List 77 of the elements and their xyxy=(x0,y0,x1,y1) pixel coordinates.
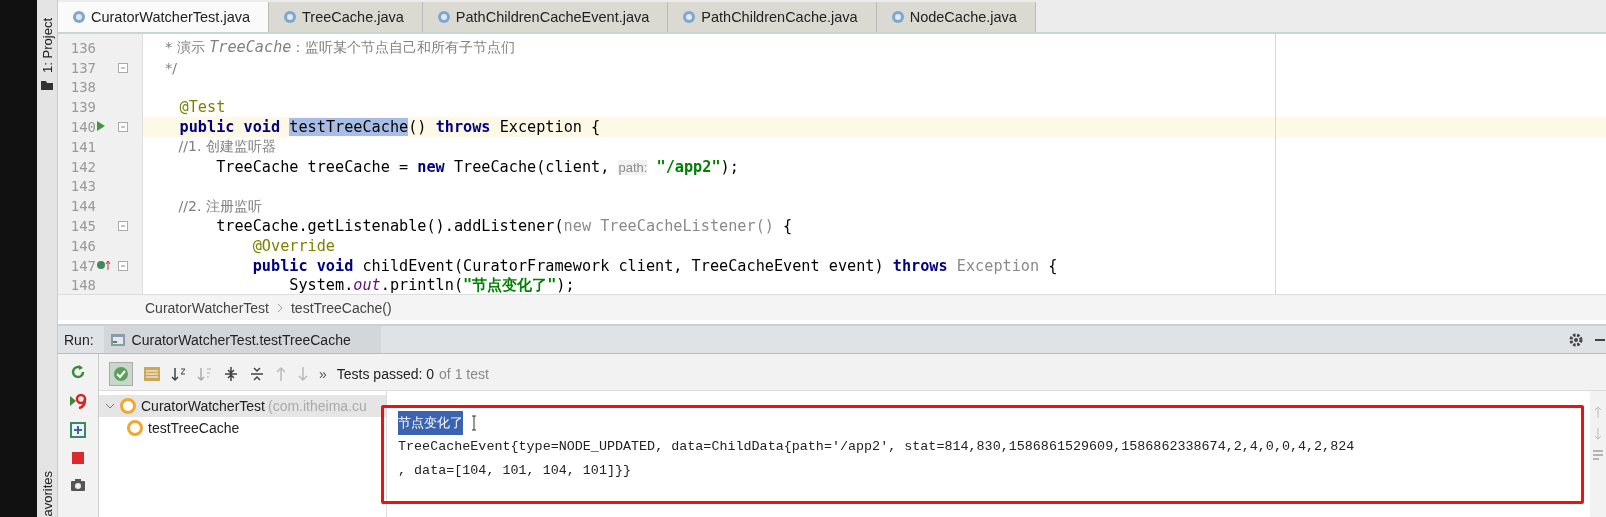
run-tab[interactable]: CuratorWatcherTest.testTreeCache xyxy=(103,326,381,353)
camera-icon[interactable] xyxy=(70,478,86,492)
fold-marker-icon[interactable] xyxy=(118,62,128,73)
file-tab[interactable]: TreeCache.java xyxy=(269,2,423,32)
run-label: Run: xyxy=(64,331,94,348)
fold-marker-icon[interactable] xyxy=(118,122,128,133)
file-tab[interactable]: NodeCache.java xyxy=(876,2,1036,32)
favorites-tool-tab[interactable]: avorites xyxy=(39,471,55,517)
line-number: 138 xyxy=(69,79,96,96)
file-tab[interactable]: PathChildrenCache.java xyxy=(668,2,877,32)
run-icon[interactable] xyxy=(96,120,106,133)
console-line: TreeCacheEvent{type=NODE_UPDATED, data=ChildData{path='/app2', stat=814,830,1586861529609,1586862338674,2,4,0,0,4,2,824 xyxy=(398,438,1355,456)
class-file-icon xyxy=(436,10,451,24)
folder-icon xyxy=(40,78,54,91)
line-number: 144 xyxy=(69,198,96,215)
more-button[interactable]: » xyxy=(319,365,327,382)
code-line: TreeCache treeCache = new TreeCache(client, path: "/app2"); xyxy=(215,157,739,176)
line-number: 136 xyxy=(69,39,96,56)
file-tab[interactable]: CuratorWatcherTest.java xyxy=(58,2,270,32)
rerun-icon[interactable] xyxy=(70,364,86,380)
console-line: , data=[104, 101, 104, 101]}} xyxy=(398,462,632,480)
tests-status-detail: of 1 test xyxy=(439,365,489,382)
code-line: @Override xyxy=(251,236,336,255)
fold-marker-icon[interactable] xyxy=(118,221,128,232)
override-icon[interactable] xyxy=(96,258,112,271)
breadcrumb-item[interactable]: CuratorWatcherTest xyxy=(145,299,269,316)
rerun-failed-icon[interactable] xyxy=(69,393,87,409)
breadcrumb-item[interactable]: testTreeCache() xyxy=(290,299,392,316)
code-line: * 演示 TreeCache：监听某个节点自己和所有子节点们 xyxy=(164,38,516,58)
settings-icon[interactable] xyxy=(1568,331,1584,348)
tests-status: Tests passed: 0 xyxy=(336,365,435,382)
package-hint: (com.itheima.cu xyxy=(267,398,367,414)
line-number: 140 xyxy=(69,119,96,136)
line-number: 146 xyxy=(69,237,96,254)
line-number: 137 xyxy=(69,59,96,76)
code-line: System.out.println("节点变化了"); xyxy=(288,274,575,294)
line-number: 142 xyxy=(69,158,96,175)
collapse-all-icon[interactable] xyxy=(249,365,265,382)
code-line: //2. 注册监听 xyxy=(177,196,262,216)
class-file-icon xyxy=(72,10,86,24)
class-file-icon xyxy=(682,10,697,24)
sort-alpha-icon[interactable] xyxy=(171,365,187,382)
code-line: public void childEvent(CuratorFramework client, TreeCacheEvent event) throws Exception { xyxy=(251,256,1058,275)
text-cursor-icon xyxy=(471,415,477,431)
code-line: @Test xyxy=(178,98,226,117)
stop-icon[interactable] xyxy=(71,451,85,465)
test-run-icon xyxy=(109,332,126,347)
sort-duration-icon[interactable] xyxy=(197,365,213,382)
code-line: public void testTreeCache() throws Exception { xyxy=(178,118,601,137)
ignored-filter-icon[interactable] xyxy=(143,364,161,383)
test-result-icon xyxy=(120,398,136,414)
expand-all-icon[interactable] xyxy=(223,365,239,382)
toggle-auto-test-icon[interactable] xyxy=(70,422,86,438)
chevron-icon xyxy=(276,302,283,313)
test-tree-item[interactable]: testTreeCache xyxy=(148,420,240,436)
down-arrow-icon[interactable] xyxy=(297,365,309,382)
line-number: 147 xyxy=(69,257,96,274)
line-number: 148 xyxy=(69,277,96,294)
code-line: //1. 创建监听器 xyxy=(177,137,276,157)
line-number: 145 xyxy=(69,218,96,235)
scroll-up-icon[interactable] xyxy=(1593,405,1603,419)
fold-marker-icon[interactable] xyxy=(118,260,128,271)
test-result-icon xyxy=(127,420,143,436)
code-line: treeCache.getListenable().addListener(new TreeCacheListener() { xyxy=(215,217,793,236)
scroll-down-icon[interactable] xyxy=(1593,427,1603,441)
line-number: 139 xyxy=(69,99,96,116)
test-tree-item[interactable]: CuratorWatcherTest xyxy=(141,398,265,414)
project-tool-tab[interactable]: 1: Project xyxy=(39,18,55,73)
code-line: */ xyxy=(164,58,177,77)
line-number: 143 xyxy=(69,178,96,195)
passed-filter-icon[interactable] xyxy=(113,365,129,382)
line-number: 141 xyxy=(69,138,96,155)
up-arrow-icon[interactable] xyxy=(275,365,287,382)
wrap-icon[interactable] xyxy=(1592,449,1604,463)
file-tab[interactable]: PathChildrenCacheEvent.java xyxy=(422,2,669,32)
class-file-icon xyxy=(283,10,298,24)
class-file-icon xyxy=(890,10,905,24)
